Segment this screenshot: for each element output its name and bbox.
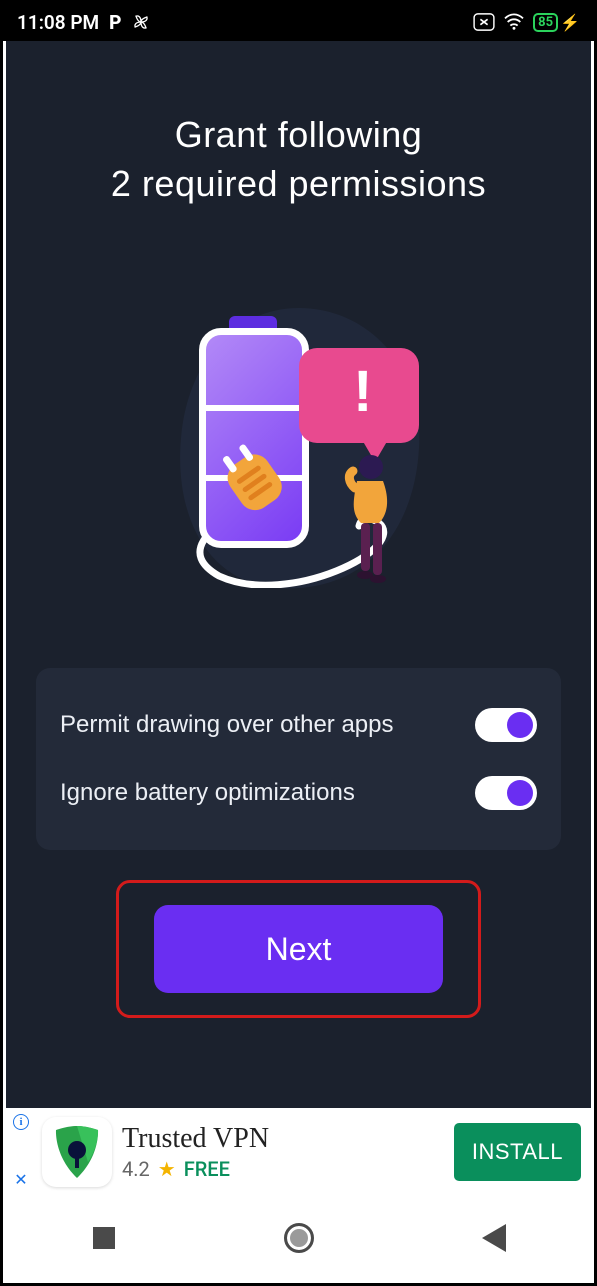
person-shape bbox=[339, 453, 399, 583]
install-button[interactable]: INSTALL bbox=[454, 1123, 581, 1181]
ad-banner[interactable]: i ✕ Trusted VPN 4.2 ★ FREE INSTALL bbox=[6, 1108, 591, 1195]
battery-indicator: 85 ⚡ bbox=[533, 13, 580, 32]
battery-level: 85 bbox=[533, 13, 558, 32]
nav-recent-button[interactable] bbox=[84, 1218, 124, 1258]
battery-permission-toggle[interactable] bbox=[475, 776, 537, 810]
nav-bar bbox=[6, 1195, 591, 1280]
nav-home-button[interactable] bbox=[279, 1218, 319, 1258]
title-line-1: Grant following bbox=[175, 114, 423, 155]
next-button-highlight: Next bbox=[116, 880, 481, 1018]
illustration: ! bbox=[6, 298, 591, 598]
ad-app-icon bbox=[42, 1117, 112, 1187]
permissions-card: Permit drawing over other apps Ignore ba… bbox=[36, 668, 561, 850]
title-line-2: 2 required permissions bbox=[111, 163, 486, 204]
status-bar: 11:08 PM P 85 ⚡ bbox=[3, 3, 594, 41]
wifi-icon bbox=[503, 13, 525, 31]
exclamation-icon: ! bbox=[353, 358, 372, 425]
nav-back-button[interactable] bbox=[474, 1218, 514, 1258]
page-title: Grant following 2 required permissions bbox=[6, 111, 591, 208]
ad-rating: 4.2 bbox=[122, 1157, 150, 1181]
ad-info-icon[interactable]: i bbox=[13, 1114, 29, 1130]
overlay-permission-toggle[interactable] bbox=[475, 708, 537, 742]
permission-row-battery: Ignore battery optimizations bbox=[60, 764, 537, 822]
ad-title: Trusted VPN bbox=[122, 1123, 444, 1155]
ad-close-icon[interactable]: ✕ bbox=[14, 1170, 27, 1189]
p-icon: P bbox=[109, 11, 121, 34]
status-time: 11:08 PM bbox=[17, 11, 99, 34]
plug-shape bbox=[209, 438, 304, 533]
pinwheel-icon bbox=[131, 12, 151, 32]
permission-row-overlay: Permit drawing over other apps bbox=[60, 696, 537, 754]
charging-icon: ⚡ bbox=[560, 13, 580, 32]
ad-body: Trusted VPN 4.2 ★ FREE bbox=[122, 1123, 444, 1181]
ad-price: FREE bbox=[184, 1157, 230, 1181]
star-icon: ★ bbox=[158, 1157, 176, 1181]
screenshot-icon bbox=[473, 13, 495, 31]
next-button[interactable]: Next bbox=[154, 905, 443, 993]
permission-label: Ignore battery optimizations bbox=[60, 779, 355, 807]
permission-label: Permit drawing over other apps bbox=[60, 711, 394, 739]
permissions-screen: Grant following 2 required permissions ! bbox=[6, 41, 591, 1108]
